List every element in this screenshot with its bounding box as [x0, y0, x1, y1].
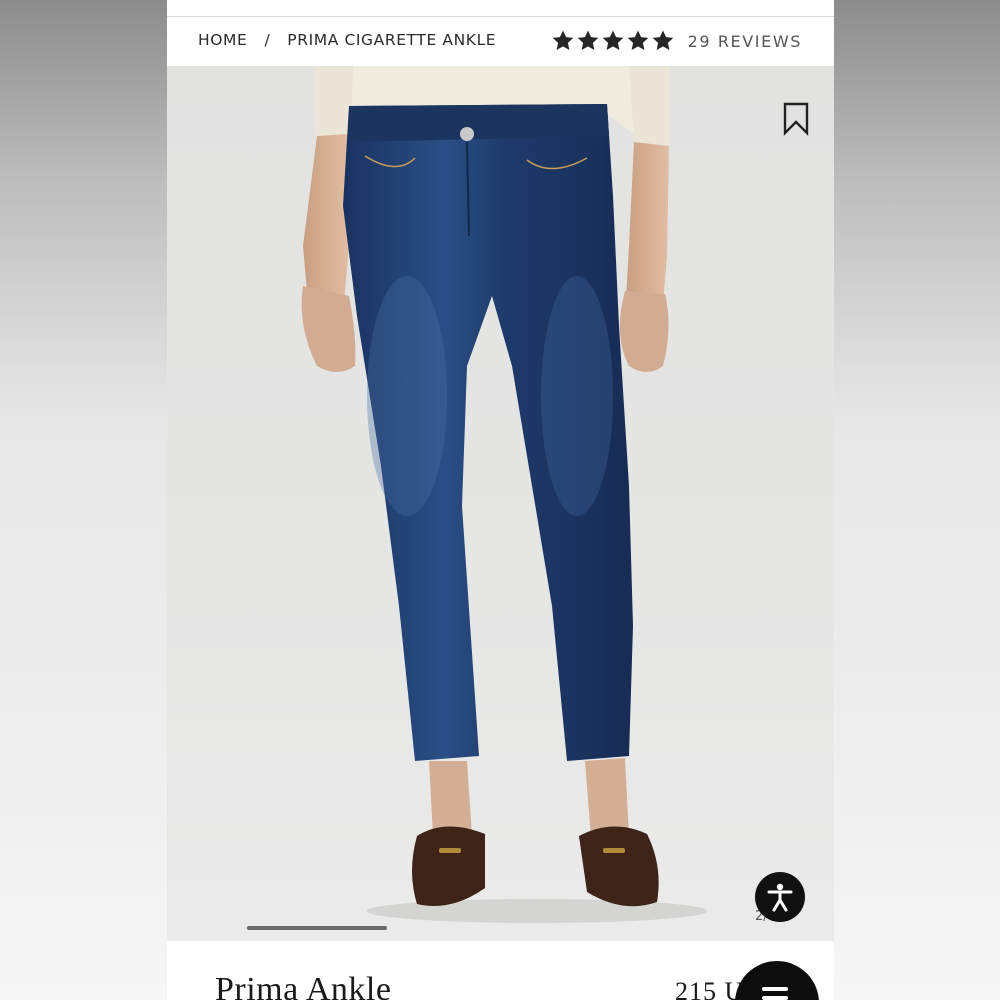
breadcrumb-bar: HOME / PRIMA CIGARETTE ANKLE 29 REVIEWS: [167, 17, 834, 65]
product-price: 215 U: [675, 977, 745, 1000]
breadcrumb-home-link[interactable]: HOME: [198, 31, 247, 49]
star-icon: [577, 30, 598, 50]
backdrop-left: [0, 0, 167, 1000]
star-icon: [602, 30, 623, 50]
rating-stars: [551, 29, 675, 53]
breadcrumb-separator: /: [264, 31, 271, 49]
accessibility-icon: [767, 883, 793, 912]
backdrop-right: [834, 0, 1000, 1000]
chat-button[interactable]: [735, 961, 819, 1000]
star-icon: [652, 30, 673, 50]
breadcrumb-current: PRIMA CIGARETTE ANKLE: [287, 31, 497, 49]
star-icon: [627, 30, 648, 50]
product-image-gallery[interactable]: 2/: [167, 66, 834, 941]
gallery-scroll-indicator[interactable]: [247, 926, 387, 930]
star-icon: [552, 30, 573, 50]
product-page: HOME / PRIMA CIGARETTE ANKLE 29 REVIEWS: [167, 0, 834, 1000]
accessibility-button[interactable]: [755, 872, 805, 922]
bookmark-icon[interactable]: [783, 102, 809, 136]
product-photo: [301, 66, 707, 923]
rating[interactable]: 29 REVIEWS: [551, 29, 802, 53]
top-bar: [167, 0, 834, 17]
review-count: 29 REVIEWS: [687, 31, 802, 51]
breadcrumb: HOME / PRIMA CIGARETTE ANKLE: [198, 31, 496, 49]
product-info: Prima Ankle 215 U: [167, 941, 834, 1000]
product-title: Prima Ankle: [215, 971, 392, 1000]
